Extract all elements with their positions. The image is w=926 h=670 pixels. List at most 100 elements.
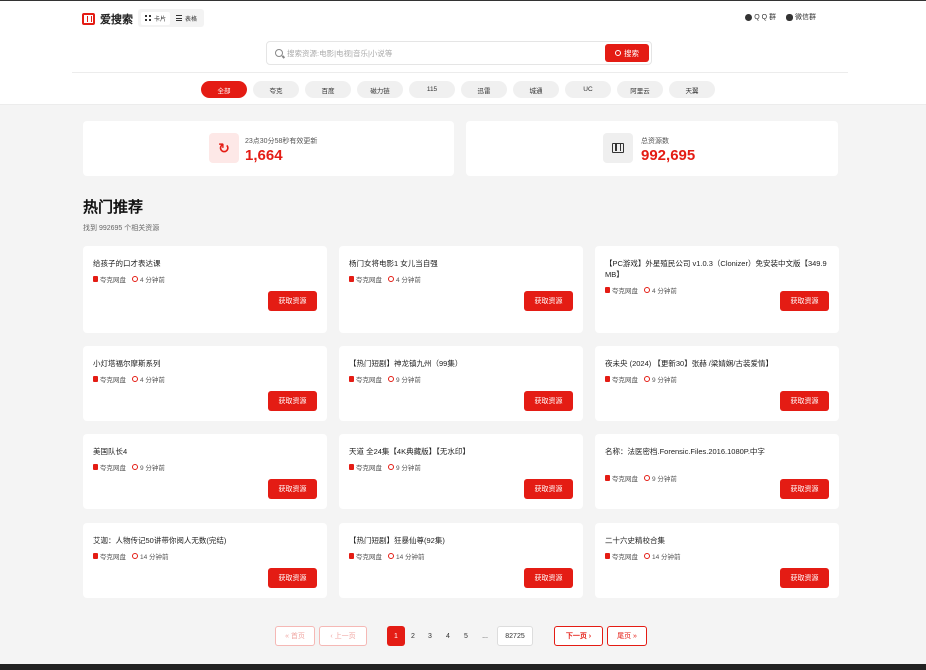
time-tag: 9 分钟前 [388, 462, 421, 472]
get-resource-button[interactable]: 获取资源 [524, 291, 573, 311]
category-chengtong[interactable]: 城通 [513, 81, 559, 98]
get-resource-button[interactable]: 获取资源 [780, 391, 829, 411]
category-aliyun[interactable]: 阿里云 [617, 81, 663, 98]
resource-title[interactable]: 夜未央 (2024) 【更新30】张赫 /梁婧娴/古装爱情】 [605, 358, 829, 369]
clock-icon [644, 287, 650, 293]
resource-card[interactable]: 【热门短剧】神龙镇九州（99集） 夸克网盘 9 分钟前 获取资源 [339, 346, 583, 421]
resource-title[interactable]: 给孩子的口才表达课 [93, 258, 317, 269]
prev-page-button[interactable]: ‹ 上一页 [319, 626, 367, 646]
wechat-group-link[interactable]: 微信群 [786, 12, 816, 22]
source-label: 夸克网盘 [356, 277, 382, 284]
source-tag: 夸克网盘 [349, 462, 382, 472]
resource-title[interactable]: 艾迦：人物传记50讲带你阅人无数(完结) [93, 535, 317, 546]
source-label: 夸克网盘 [100, 377, 126, 384]
resource-card[interactable]: 艾迦：人物传记50讲带你阅人无数(完结) 夸克网盘 14 分钟前 获取资源 [83, 523, 327, 598]
view-table-label: 表格 [185, 16, 198, 23]
page-2[interactable]: 2 [405, 626, 421, 646]
source-label: 夸克网盘 [100, 277, 126, 284]
time-tag: 14 分钟前 [388, 551, 425, 561]
resource-card[interactable]: 二十六史精校合集夸克网盘 14 分钟前获取资源 [595, 523, 839, 598]
page-4[interactable]: 4 [440, 626, 456, 646]
resource-meta: 夸克网盘 9 分钟前 [605, 374, 677, 384]
get-resource-button[interactable]: 获取资源 [780, 291, 829, 311]
get-resource-button[interactable]: 获取资源 [268, 291, 317, 311]
clock-icon [388, 553, 394, 559]
search-icon [275, 49, 283, 57]
database-icon [349, 553, 354, 559]
source-label: 夸克网盘 [100, 465, 126, 472]
source-label: 夸克网盘 [612, 554, 638, 561]
wechat-group-label: 微信群 [795, 14, 816, 21]
category-tianyi[interactable]: 天翼 [669, 81, 715, 98]
time-label: 9 分钟前 [140, 465, 165, 472]
category-all[interactable]: 全部 [201, 81, 247, 98]
clock-icon [388, 376, 394, 382]
category-magnet[interactable]: 磁力链 [357, 81, 403, 98]
time-tag: 14 分钟前 [644, 551, 681, 561]
result-count: 找到 992695 个相关资源 [83, 225, 160, 232]
time-label: 9 分钟前 [652, 476, 677, 483]
resource-title[interactable]: 名称：法医密档.Forensic.Files.2016.1080P.中字 [605, 446, 829, 457]
resource-card[interactable]: 给孩子的口才表达课 夸克网盘 4 分钟前 获取资源 [83, 246, 327, 333]
category-xunlei[interactable]: 迅雷 [461, 81, 507, 98]
qq-group-link[interactable]: Q Q 群 [745, 12, 776, 22]
resource-title[interactable]: 【热门短剧】神龙镇九州（99集） [349, 358, 573, 369]
category-quark[interactable]: 夸克 [253, 81, 299, 98]
get-resource-button[interactable]: 获取资源 [268, 479, 317, 499]
resource-card[interactable]: 名称：法医密档.Forensic.Files.2016.1080P.中字 夸克网盘… [595, 434, 839, 509]
get-resource-button[interactable]: 获取资源 [524, 391, 573, 411]
film-icon-wrap [603, 133, 633, 163]
category-115[interactable]: 115 [409, 81, 455, 98]
get-resource-button[interactable]: 获取资源 [780, 479, 829, 499]
database-icon [349, 276, 354, 282]
get-resource-button[interactable]: 获取资源 [524, 479, 573, 499]
resource-card[interactable]: 夜未央 (2024) 【更新30】张赫 /梁婧娴/古装爱情】 夸克网盘 9 分钟前获… [595, 346, 839, 421]
resource-card[interactable]: 美国队长4 夸克网盘 9 分钟前获取资源 [83, 434, 327, 509]
search-input[interactable] [287, 45, 597, 61]
resource-title[interactable]: 【PC游戏】外星殖民公司 v1.0.3（Clonizer）免安装中文版【349.… [605, 258, 829, 280]
view-table-button[interactable]: 表格 [172, 12, 201, 25]
get-resource-button[interactable]: 获取资源 [524, 568, 573, 588]
get-resource-button[interactable]: 获取资源 [268, 568, 317, 588]
page-5[interactable]: 5 [458, 626, 474, 646]
resource-card[interactable]: 小灯塔福尔摩斯系列 夸克网盘 4 分钟前获取资源 [83, 346, 327, 421]
get-resource-button[interactable]: 获取资源 [268, 391, 317, 411]
first-page-button[interactable]: « 首页 [275, 626, 315, 646]
category-uc[interactable]: UC [565, 81, 611, 98]
resource-title[interactable]: 小灯塔福尔摩斯系列 [93, 358, 317, 369]
qq-group-label: Q Q 群 [754, 14, 776, 21]
resource-title[interactable]: 杨门女将电影1 女儿当自强 [349, 258, 573, 269]
view-card-button[interactable]: 卡片 [141, 11, 171, 25]
database-icon [349, 464, 354, 470]
resource-meta: 夸克网盘 4 分钟前 [93, 374, 165, 384]
time-tag: 4 分钟前 [388, 274, 421, 284]
get-resource-button[interactable]: 获取资源 [780, 568, 829, 588]
source-label: 夸克网盘 [612, 288, 638, 295]
resource-card[interactable]: 杨门女将电影1 女儿当自强夸克网盘 4 分钟前获取资源 [339, 246, 583, 333]
last-page-button[interactable]: 尾页 » [607, 626, 647, 646]
page-last-number[interactable]: 82725 [497, 626, 533, 646]
resource-title[interactable]: 【热门短剧】狂暴仙尊(92集) [349, 535, 573, 546]
clock-icon [644, 553, 650, 559]
resource-title[interactable]: 二十六史精校合集 [605, 535, 829, 546]
next-page-button[interactable]: 下一页 › [554, 626, 603, 646]
stat-updates-value: 1,664 [245, 147, 283, 164]
page-3[interactable]: 3 [422, 626, 438, 646]
category-baidu[interactable]: 百度 [305, 81, 351, 98]
time-label: 4 分钟前 [652, 288, 677, 295]
page-ellipsis: ... [482, 632, 488, 640]
resource-title[interactable]: 美国队长4 [93, 446, 317, 457]
source-label: 夸克网盘 [356, 377, 382, 384]
logo-text: 爱搜索 [100, 14, 133, 26]
resource-title[interactable]: 天道 全24集【4K典藏版】【无水印】 [349, 446, 573, 457]
list-icon [176, 15, 183, 21]
logo[interactable]: 爱搜索 [82, 11, 133, 27]
resource-card[interactable]: 【PC游戏】外星殖民公司 v1.0.3（Clonizer）免安装中文版【349.… [595, 246, 839, 333]
stat-updates-card: ↻ 23点30分58秒有效更新 1,664 [83, 121, 454, 176]
page-1[interactable]: 1 [387, 626, 405, 646]
search-button[interactable]: 搜索 [605, 44, 649, 62]
resource-card[interactable]: 【热门短剧】狂暴仙尊(92集) 夸克网盘 14 分钟前 获取资源 [339, 523, 583, 598]
resource-meta: 夸克网盘 14 分钟前 [605, 551, 681, 561]
resource-card[interactable]: 天道 全24集【4K典藏版】【无水印】 夸克网盘 9 分钟前获取资源 [339, 434, 583, 509]
time-label: 4 分钟前 [396, 277, 421, 284]
